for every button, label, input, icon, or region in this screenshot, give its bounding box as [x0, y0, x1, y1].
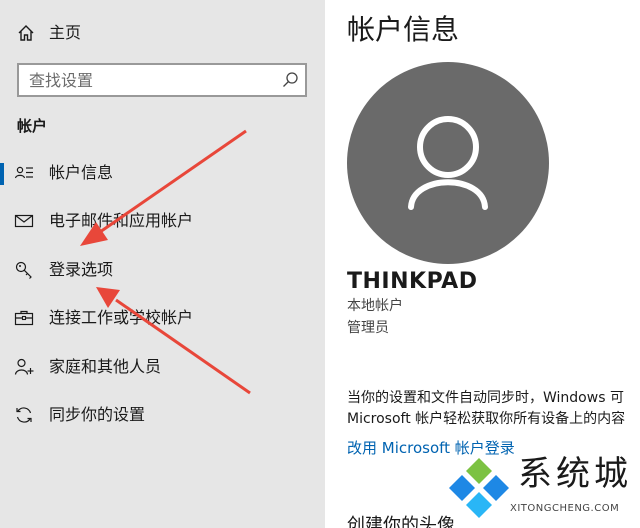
sidebar-item-sign-in-options[interactable]: 登录选项	[0, 249, 325, 291]
watermark: 系统城 XITONGCHENG.COM	[446, 452, 640, 528]
sidebar-item-label: 帐户信息	[49, 163, 114, 182]
user-silhouette-icon	[408, 116, 488, 210]
account-role: 管理员	[347, 320, 389, 336]
sidebar-item-account-info[interactable]: 帐户信息	[0, 152, 325, 194]
sync-icon	[14, 405, 34, 425]
create-avatar-heading: 创建你的头像	[347, 515, 455, 528]
page-title: 帐户信息	[347, 13, 460, 46]
key-icon	[14, 260, 34, 280]
search-input[interactable]: 查找设置	[17, 63, 307, 97]
add-person-icon	[14, 357, 34, 377]
account-info-page: 帐户信息 THINKPAD 本地帐户 管理员 当你的设置和文件自动同步时，Win…	[325, 0, 640, 528]
section-title: 帐户	[17, 117, 48, 135]
search-icon[interactable]	[281, 71, 299, 89]
sidebar-item-label: 同步你的设置	[49, 405, 146, 424]
account-info-icon	[14, 163, 34, 183]
sidebar-item-family[interactable]: 家庭和其他人员	[0, 346, 325, 388]
avatar	[347, 62, 549, 264]
account-name: THINKPAD	[347, 269, 478, 294]
watermark-subtitle: XITONGCHENG.COM	[510, 503, 620, 514]
sidebar-item-sync[interactable]: 同步你的设置	[0, 394, 325, 436]
sidebar-item-label: 连接工作或学校帐户	[49, 308, 194, 327]
home-nav-item[interactable]: 主页	[0, 14, 325, 52]
mail-icon	[14, 211, 34, 231]
search-placeholder: 查找设置	[29, 71, 94, 90]
sidebar-item-work-school[interactable]: 连接工作或学校帐户	[0, 297, 325, 339]
sidebar-item-label: 家庭和其他人员	[49, 357, 162, 376]
sidebar-item-label: 登录选项	[49, 260, 114, 279]
sync-description-line: 当你的设置和文件自动同步时，Windows 可	[347, 390, 624, 406]
sidebar-item-email-accounts[interactable]: 电子邮件和应用帐户	[0, 200, 325, 242]
account-type: 本地帐户	[347, 298, 403, 314]
watermark-logo-icon	[449, 458, 509, 518]
home-label: 主页	[49, 23, 82, 42]
settings-sidebar: 主页 查找设置 帐户 帐户信息 电子邮件和应用帐户 登录选项 连接工作或学校帐户	[0, 0, 325, 528]
selection-indicator	[0, 163, 4, 185]
briefcase-icon	[14, 308, 34, 328]
sync-description: 当你的设置和文件自动同步时，Windows 可 Microsoft 帐户轻松获取…	[347, 388, 640, 430]
watermark-title: 系统城	[518, 454, 632, 494]
sync-description-line: Microsoft 帐户轻松获取你所有设备上的内容	[347, 411, 626, 427]
sidebar-item-label: 电子邮件和应用帐户	[49, 211, 194, 230]
home-icon	[16, 23, 36, 43]
